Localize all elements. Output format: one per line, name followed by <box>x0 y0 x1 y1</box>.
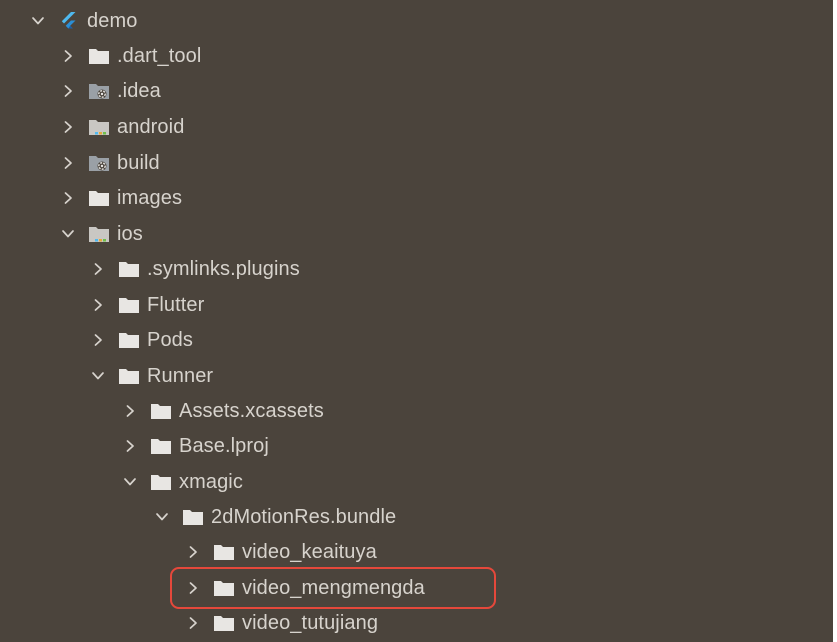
tree-item-idea[interactable]: .idea <box>58 74 161 108</box>
tree-item-label: 2dMotionRes.bundle <box>211 505 397 528</box>
tree-item-runner[interactable]: Runner <box>88 359 213 393</box>
folder-icon <box>88 47 110 65</box>
chevron-right-icon[interactable] <box>88 330 108 350</box>
chevron-right-icon[interactable] <box>58 46 78 66</box>
chevron-right-icon[interactable] <box>88 259 108 279</box>
chevron-right-icon[interactable] <box>183 613 203 633</box>
folder-icon <box>213 543 235 561</box>
folder-icon <box>118 367 140 385</box>
module-folder-icon <box>88 225 110 243</box>
tree-item-flutter[interactable]: Flutter <box>88 288 204 322</box>
tree-item-label: demo <box>87 9 138 32</box>
folder-icon <box>150 437 172 455</box>
flutter-logo-icon <box>58 12 80 30</box>
tree-item-label: .symlinks.plugins <box>147 257 300 280</box>
chevron-down-icon[interactable] <box>152 507 172 527</box>
chevron-right-icon[interactable] <box>58 81 78 101</box>
highlight-box <box>170 567 496 609</box>
tree-item-label: Assets.xcassets <box>179 399 324 422</box>
tree-item-2dmotionres-bundle[interactable]: 2dMotionRes.bundle <box>152 500 396 534</box>
tree-item-label: android <box>117 115 185 138</box>
tree-item-label: .idea <box>117 79 161 102</box>
folder-icon <box>118 296 140 314</box>
chevron-right-icon[interactable] <box>183 542 203 562</box>
tree-item-label: Pods <box>147 328 193 351</box>
tree-item-label: video_keaituya <box>242 540 377 563</box>
tree-item-video-keaituya[interactable]: video_keaituya <box>183 535 377 569</box>
folder-icon <box>118 331 140 349</box>
tree-item-label: xmagic <box>179 470 243 493</box>
folder-icon <box>118 260 140 278</box>
tree-item-xmagic[interactable]: xmagic <box>120 465 243 499</box>
tree-item-label: build <box>117 151 160 174</box>
folder-icon <box>150 402 172 420</box>
chevron-right-icon[interactable] <box>58 153 78 173</box>
tree-item-pods[interactable]: Pods <box>88 323 193 357</box>
folder-icon <box>213 614 235 632</box>
config-folder-icon <box>88 82 110 100</box>
tree-item-label: video_tutujiang <box>242 611 379 634</box>
chevron-right-icon[interactable] <box>120 436 140 456</box>
chevron-down-icon[interactable] <box>58 224 78 244</box>
tree-item-dart-tool[interactable]: .dart_tool <box>58 39 201 73</box>
tree-item-label: Flutter <box>147 293 205 316</box>
chevron-right-icon[interactable] <box>88 295 108 315</box>
config-folder-icon <box>88 154 110 172</box>
tree-item-build[interactable]: build <box>58 146 160 180</box>
tree-item-base-lproj[interactable]: Base.lproj <box>120 429 269 463</box>
tree-item-label: .dart_tool <box>117 44 202 67</box>
folder-icon <box>182 508 204 526</box>
tree-item-images[interactable]: images <box>58 181 182 215</box>
module-folder-icon <box>88 118 110 136</box>
chevron-down-icon[interactable] <box>28 11 48 31</box>
tree-item-demo[interactable]: demo <box>28 4 137 38</box>
tree-item-label: ios <box>117 222 143 245</box>
tree-item-label: Runner <box>147 364 214 387</box>
tree-item-symlinks-plugins[interactable]: .symlinks.plugins <box>88 252 300 286</box>
chevron-down-icon[interactable] <box>88 366 108 386</box>
tree-item-label: Base.lproj <box>179 434 269 457</box>
tree-item-label: images <box>117 186 183 209</box>
chevron-right-icon[interactable] <box>58 188 78 208</box>
folder-icon <box>88 189 110 207</box>
chevron-right-icon[interactable] <box>58 117 78 137</box>
tree-item-assets-xcassets[interactable]: Assets.xcassets <box>120 394 324 428</box>
project-tree-panel: demo .dart_tool .idea android build imag… <box>0 0 837 642</box>
tree-item-android[interactable]: android <box>58 110 184 144</box>
chevron-right-icon[interactable] <box>120 401 140 421</box>
folder-icon <box>150 473 172 491</box>
chevron-down-icon[interactable] <box>120 472 140 492</box>
tree-item-video-tutujiang[interactable]: video_tutujiang <box>183 606 378 640</box>
tree-item-ios[interactable]: ios <box>58 217 143 251</box>
